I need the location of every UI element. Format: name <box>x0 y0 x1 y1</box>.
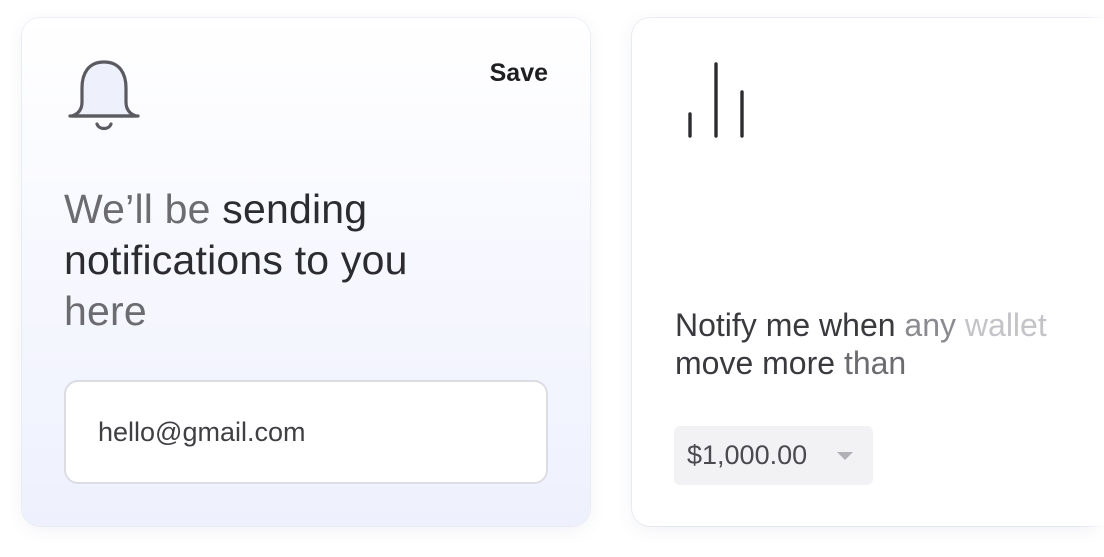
notify-part-3: wallet <box>964 307 1047 343</box>
save-button[interactable]: Save <box>490 58 548 88</box>
notification-headline: We’ll be sending notifications to you here <box>64 184 534 337</box>
wallet-threshold-card: Notify me when any wallet move more than … <box>632 18 1104 526</box>
amount-value: $1,000.00 <box>687 440 808 470</box>
notification-settings-stage: Save We’ll be sending notifications to yo… <box>0 0 1104 557</box>
email-field[interactable] <box>64 380 548 484</box>
headline-part-2: sending <box>222 186 368 232</box>
notify-description: Notify me when any wallet move more than <box>675 306 1104 382</box>
headline-part-3: notifications to you <box>64 237 408 283</box>
chevron-down-icon <box>837 452 853 460</box>
headline-part-4: here <box>64 288 147 334</box>
headline-part-1: We’ll be <box>64 186 223 232</box>
notification-email-card: Save We’ll be sending notifications to yo… <box>22 18 590 526</box>
notify-part-2: any <box>904 307 965 343</box>
notify-line-2b: than <box>843 345 907 381</box>
notify-line-2a: move more <box>675 345 844 381</box>
notify-part-1: Notify me when <box>675 307 905 343</box>
bell-icon <box>68 60 140 131</box>
bar-chart-icon <box>688 62 744 138</box>
amount-select[interactable]: $1,000.00 <box>674 426 873 485</box>
